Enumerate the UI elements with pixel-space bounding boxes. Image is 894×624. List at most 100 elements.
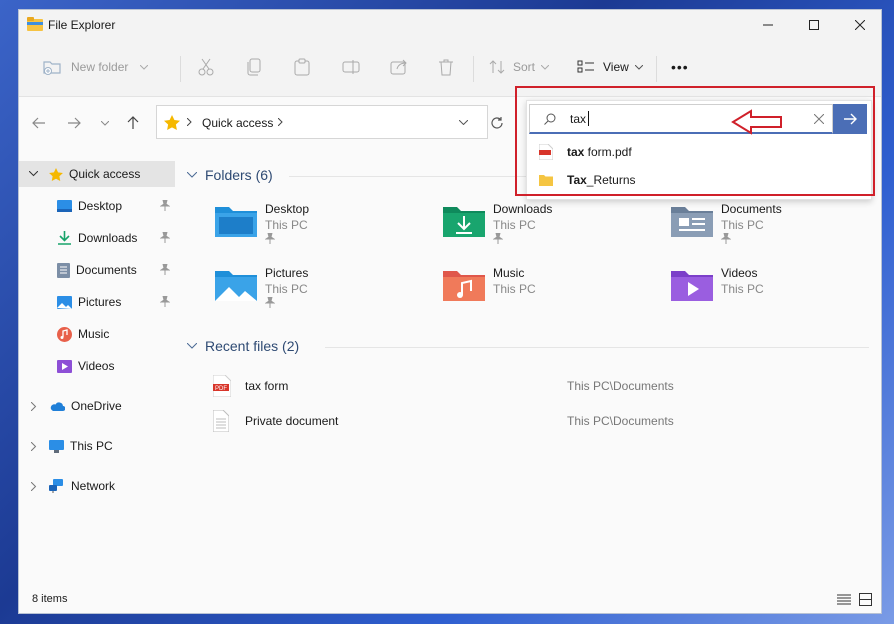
address-location[interactable]: Quick access [202, 116, 273, 130]
downloads-icon [58, 231, 71, 245]
chevron-right-icon[interactable] [31, 401, 37, 411]
onedrive-icon [50, 401, 65, 411]
paste-icon [294, 58, 310, 76]
maximize-button[interactable] [791, 10, 837, 40]
minimize-button[interactable] [745, 10, 791, 40]
see-more-button[interactable]: ••• [671, 52, 689, 82]
folder-name: Videos [721, 266, 758, 280]
sidebar-item-pictures[interactable]: Pictures [19, 289, 179, 315]
recent-file-row[interactable]: Private document This PC\Documents [209, 408, 869, 434]
folder-tile-downloads[interactable]: Downloads This PC [443, 201, 663, 245]
close-icon [855, 20, 865, 30]
up-button[interactable] [123, 113, 143, 133]
file-list-area: Folders (6) Desktop This PC Downloads Th… [179, 151, 881, 587]
star-icon [49, 167, 63, 181]
svg-text:PDF: PDF [215, 386, 227, 392]
folder-location: This PC [493, 218, 536, 232]
chevron-down-icon [634, 64, 643, 70]
toolbar-separator [656, 56, 657, 82]
recent-file-path: This PC\Documents [567, 379, 674, 393]
folder-location: This PC [493, 282, 536, 296]
view-button[interactable]: View [577, 52, 643, 82]
sidebar-item-label: Videos [78, 359, 115, 373]
videos-icon [57, 359, 72, 373]
chevron-right-icon[interactable] [31, 441, 37, 451]
folder-location: This PC [721, 282, 764, 296]
chevron-down-icon[interactable] [29, 171, 38, 177]
star-icon [164, 115, 180, 130]
sidebar-item-onedrive[interactable]: OneDrive [19, 393, 179, 419]
paste-button[interactable] [294, 52, 310, 82]
recent-files-section-header[interactable]: Recent files (2) [187, 338, 299, 354]
computer-icon [49, 439, 64, 453]
refresh-icon [491, 117, 503, 129]
desktop-icon [57, 200, 72, 212]
sidebar-item-downloads[interactable]: Downloads [19, 225, 179, 251]
rename-button[interactable] [342, 52, 360, 82]
music-folder-icon [443, 271, 485, 301]
new-folder-label: New folder [71, 60, 129, 74]
sort-icon [489, 60, 505, 74]
recent-file-row[interactable]: PDF tax form This PC\Documents [209, 373, 869, 399]
delete-button[interactable] [438, 52, 454, 82]
pin-icon [160, 232, 170, 243]
item-count: 8 items [32, 593, 68, 605]
documents-folder-icon [671, 207, 713, 237]
folder-tile-desktop[interactable]: Desktop This PC [215, 201, 435, 245]
copy-button[interactable] [246, 52, 262, 82]
arrow-left-icon [32, 117, 45, 129]
sort-button[interactable]: Sort [489, 52, 550, 82]
documents-icon [57, 262, 70, 278]
arrow-up-icon [127, 116, 139, 129]
recent-file-name: tax form [245, 379, 289, 393]
pin-icon [265, 233, 275, 244]
cut-button[interactable] [198, 52, 214, 82]
address-bar[interactable]: Quick access [156, 105, 488, 139]
chevron-right-icon[interactable] [31, 481, 37, 491]
sidebar-item-quick-access[interactable]: Quick access [19, 161, 175, 187]
sidebar-item-videos[interactable]: Videos [19, 353, 179, 379]
network-icon [49, 479, 63, 493]
forward-button[interactable] [64, 113, 84, 133]
sidebar-item-desktop[interactable]: Desktop [19, 193, 179, 219]
folder-name: Desktop [265, 202, 310, 216]
highlight-annotation-box [515, 86, 875, 196]
folder-tile-videos[interactable]: Videos This PC [671, 265, 881, 309]
share-icon [390, 59, 407, 75]
view-icon [577, 60, 594, 73]
details-view-icon[interactable] [837, 594, 851, 606]
chevron-down-icon [101, 120, 109, 126]
sidebar-item-label: Network [71, 479, 116, 493]
pin-icon [160, 200, 170, 211]
toolbar-separator [473, 56, 474, 82]
refresh-button[interactable] [487, 113, 507, 133]
folders-heading: Folders (6) [205, 167, 273, 183]
address-history-chevron-icon[interactable] [459, 120, 468, 125]
tiles-view-icon[interactable] [859, 593, 872, 606]
sidebar-item-network[interactable]: Network [19, 473, 179, 499]
delete-icon [439, 59, 453, 76]
folder-tile-music[interactable]: Music This PC [443, 265, 663, 309]
sidebar-item-label: Documents [76, 263, 137, 277]
folder-tile-documents[interactable]: Documents This PC [671, 201, 881, 245]
sidebar-item-music[interactable]: Music [19, 321, 179, 347]
sidebar-item-documents[interactable]: Documents [19, 257, 179, 283]
downloads-folder-icon [443, 207, 485, 237]
folders-section-header[interactable]: Folders (6) [187, 167, 273, 183]
new-folder-button[interactable]: New folder [43, 52, 149, 82]
minimize-icon [763, 24, 773, 26]
sidebar-item-label: Desktop [78, 199, 123, 213]
annotation-arrow-icon [731, 109, 782, 135]
close-button[interactable] [837, 10, 881, 40]
desktop-folder-icon [215, 207, 257, 237]
back-button[interactable] [29, 113, 49, 133]
folder-name: Pictures [265, 266, 309, 280]
music-icon [57, 326, 72, 342]
share-button[interactable] [390, 52, 408, 82]
toolbar-separator [180, 56, 181, 82]
folder-tile-pictures[interactable]: Pictures This PC [215, 265, 435, 309]
sidebar-item-this-pc[interactable]: This PC [19, 433, 179, 459]
recent-locations-button[interactable] [95, 113, 115, 133]
folder-name: Downloads [493, 202, 553, 216]
chevron-down-icon [187, 172, 197, 178]
